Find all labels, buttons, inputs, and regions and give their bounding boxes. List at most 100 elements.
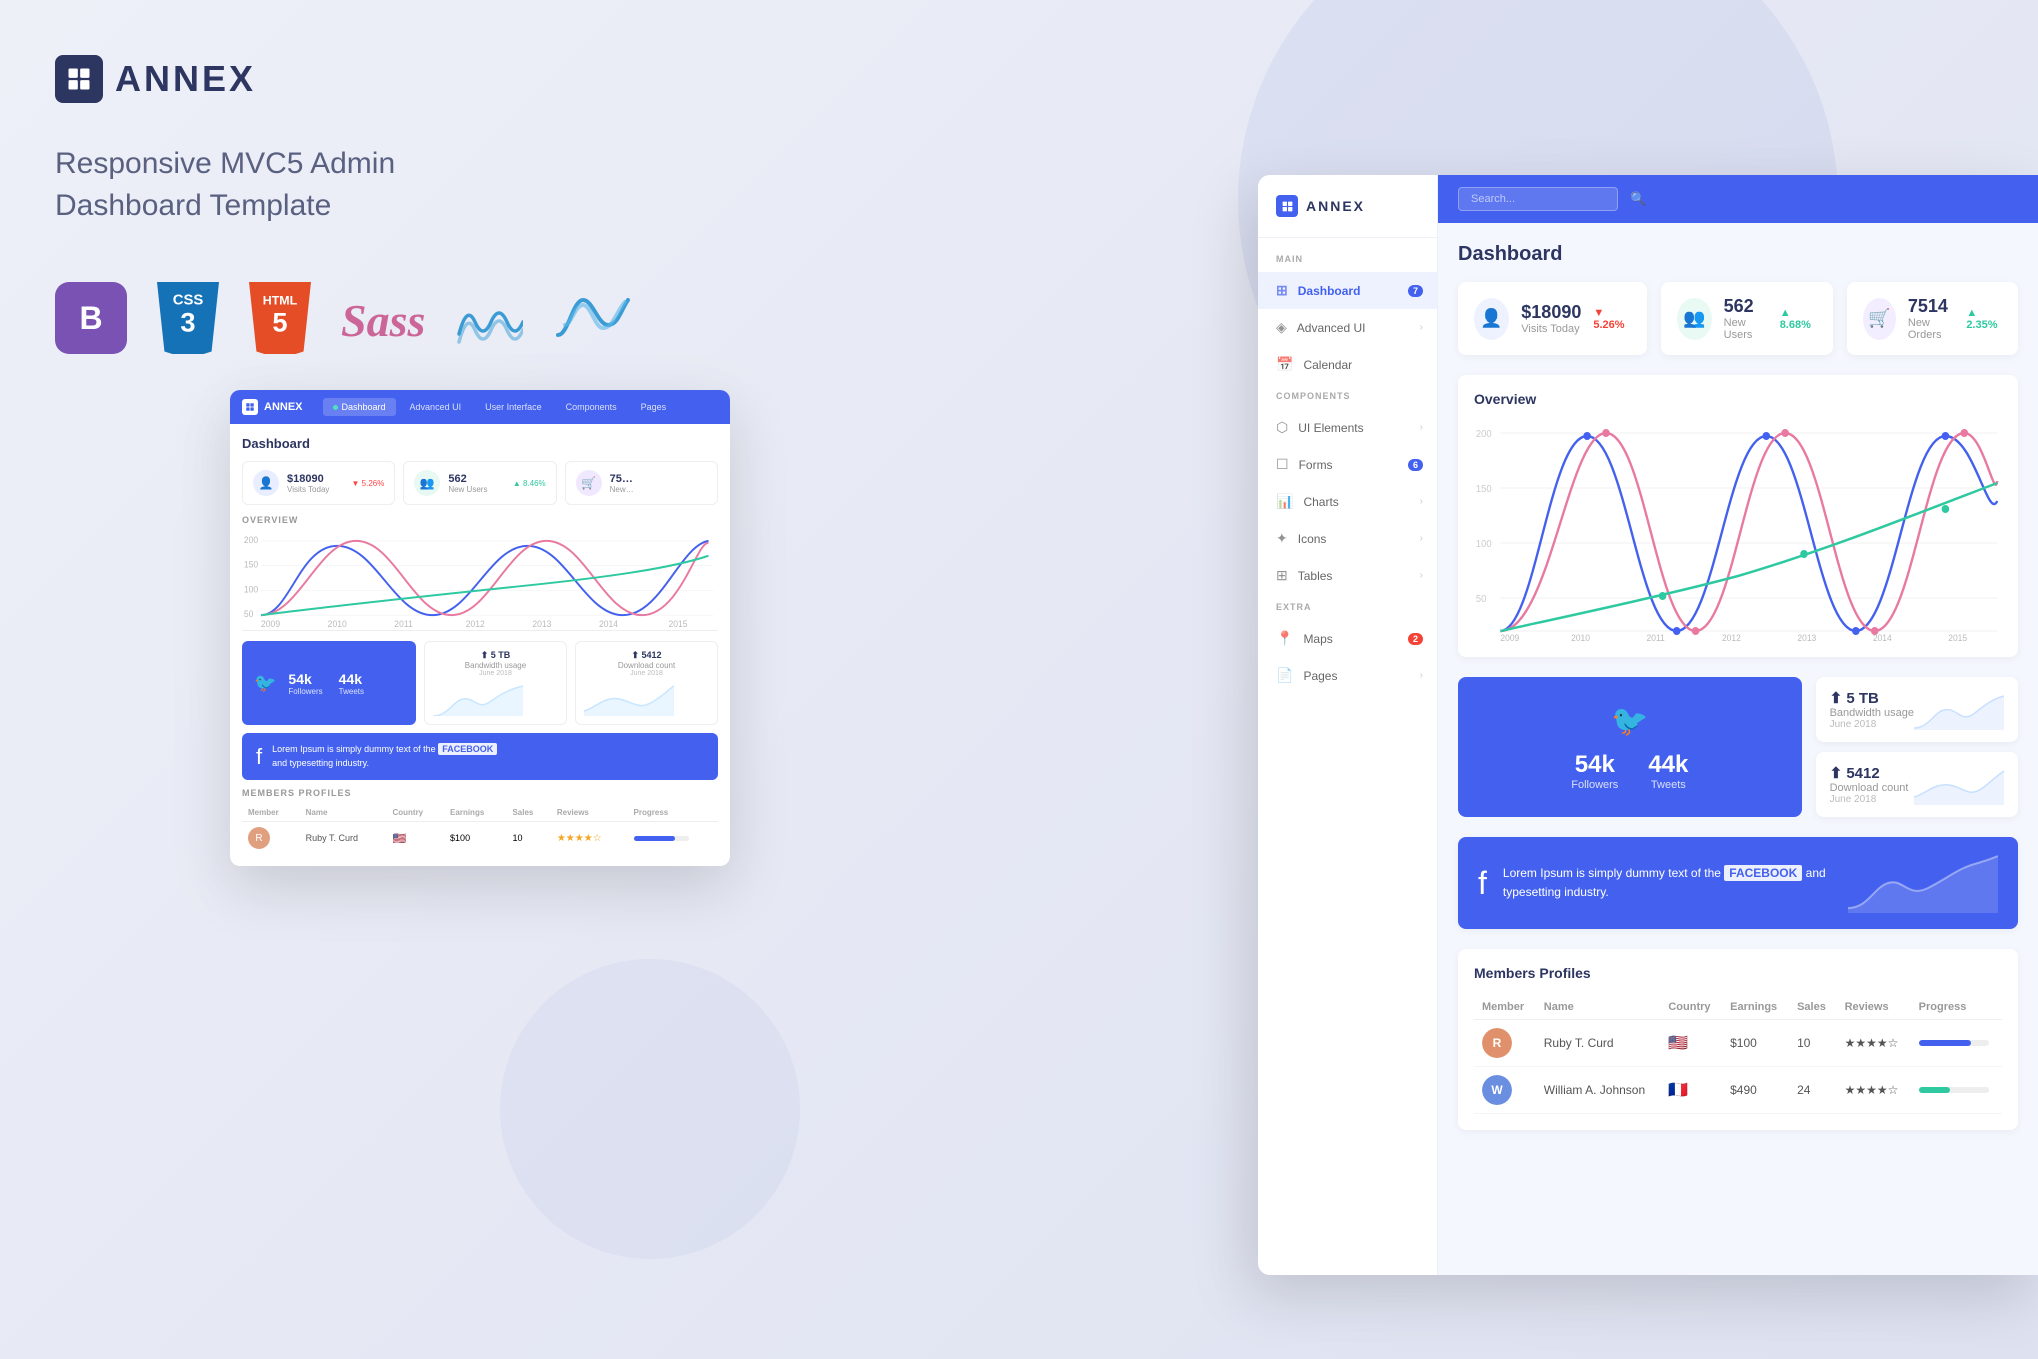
member-progress-1 [1911, 1020, 2002, 1067]
large-stat-orders-change: ▲ 2.35% [1966, 307, 2002, 331]
small-member-progress-1 [628, 822, 718, 855]
sidebar-section-main: Main [1258, 254, 1437, 272]
large-fb-chart [1848, 853, 1998, 913]
small-stats-row: 👤 $18090 Visits Today ▼ 5.26% 👥 562 New … [242, 461, 718, 505]
small-nav-advanced[interactable]: Advanced UI [400, 398, 472, 416]
large-members-table: Member Name Country Earnings Sales Revie… [1474, 995, 2002, 1114]
large-stat-visits: 👤 $18090 Visits Today ▼ 5.26% [1458, 282, 1647, 355]
large-stat-visits-change: ▼ 5.26% [1593, 307, 1631, 331]
sidebar-item-charts-label: Charts [1303, 495, 1338, 509]
sidebar-item-dashboard[interactable]: ⊞ Dashboard 7 [1258, 272, 1437, 309]
svg-text:2012: 2012 [1722, 633, 1741, 641]
small-nav-ui[interactable]: User Interface [475, 398, 552, 416]
small-members-title: MEMBERS PROFILES [242, 788, 718, 798]
large-chart-svg: 200 150 100 50 [1474, 421, 2002, 641]
svg-text:2014: 2014 [599, 619, 618, 629]
advanced-ui-icon: ◈ [1276, 319, 1287, 336]
small-twitter-card: 🐦 54k Followers 44k Tweets [242, 641, 416, 725]
large-twitter-followers-value: 54k [1571, 751, 1618, 779]
css3-icon: 3 CSS [157, 282, 219, 354]
small-col-earnings: Earnings [444, 804, 506, 822]
large-twitter-tweets-label: Tweets [1648, 779, 1688, 791]
small-dashboard-nav: Dashboard Advanced UI User Interface Com… [323, 398, 677, 416]
large-overview-section: Overview 200 150 100 50 [1458, 375, 2018, 657]
css3-shield: 3 CSS [157, 282, 219, 354]
sidebar-item-maps[interactable]: 📍 Maps 2 [1258, 620, 1437, 657]
small-member-earnings-1: $100 [444, 822, 506, 855]
small-nav-components[interactable]: Components [556, 398, 627, 416]
charts-arrow: › [1420, 496, 1423, 507]
small-stat-visits: 👤 $18090 Visits Today ▼ 5.26% [242, 461, 395, 505]
calendar-icon: 📅 [1276, 356, 1293, 373]
small-member-row-1: R Ruby T. Curd 🇺🇸 $100 10 ★★★★☆ [242, 822, 718, 855]
icons-icon: ✦ [1276, 530, 1288, 547]
svg-text:2011: 2011 [1647, 633, 1665, 641]
table-header-row: Member Name Country Earnings Sales Revie… [1474, 995, 2002, 1020]
small-member-stars-1: ★★★★☆ [551, 822, 628, 855]
sidebar-item-advanced-label: Advanced UI [1297, 321, 1366, 335]
sidebar-item-charts[interactable]: 📊 Charts › [1258, 483, 1437, 520]
large-stat-orders: 🛒 7514 New Orders ▲ 2.35% [1847, 282, 2018, 355]
sidebar-item-tables[interactable]: ⊞ Tables › [1258, 557, 1437, 594]
small-stat-users: 👥 562 New Users ▲ 8.46% [403, 461, 556, 505]
large-stat-visits-value: $18090 [1521, 302, 1581, 323]
pages-arrow: › [1420, 670, 1423, 681]
brand-logo: ANNEX [55, 55, 635, 103]
html5-shield: 5 HTML [249, 282, 311, 354]
dashboard-icon: ⊞ [1276, 282, 1288, 299]
small-download-card: ⬆ 5412 Download count June 2018 [575, 641, 718, 725]
small-member-country-1: 🇺🇸 [386, 822, 444, 855]
large-cards-row: 🐦 54k Followers 44k Tweets [1458, 677, 2018, 817]
sidebar-item-calendar[interactable]: 📅 Calendar [1258, 346, 1437, 383]
small-col-country: Country [386, 804, 444, 822]
sidebar-item-icons-label: Icons [1298, 532, 1327, 546]
small-stat-visits-icon: 👤 [253, 470, 279, 496]
large-dashboard: ANNEX Main ⊞ Dashboard 7 ◈ Advanced UI ›… [1258, 175, 2038, 1275]
sidebar-item-icons[interactable]: ✦ Icons › [1258, 520, 1437, 557]
large-page-title: Dashboard [1458, 243, 2018, 266]
member-sales-1: 10 [1789, 1020, 1837, 1067]
small-twitter-followers-val: 54k [288, 671, 322, 687]
col-sales: Sales [1789, 995, 1837, 1020]
facebook-icon-small: f [256, 744, 262, 770]
svg-text:2009: 2009 [261, 619, 280, 629]
sidebar-item-forms-label: Forms [1299, 458, 1333, 472]
large-stat-orders-icon: 🛒 [1863, 298, 1896, 340]
tagline: Responsive MVC5 AdminDashboard Template [55, 143, 635, 227]
large-header: 🔍 [1438, 175, 2038, 223]
member-sales-2: 24 [1789, 1067, 1837, 1114]
small-facebook-card: f Lorem Ipsum is simply dummy text of th… [242, 733, 718, 780]
svg-text:150: 150 [1476, 484, 1492, 495]
large-main-content: 🔍 Dashboard 👤 $18090 Visits Today ▼ 5.26… [1438, 175, 2038, 1275]
large-download-label: Download count [1830, 782, 1909, 794]
sidebar-item-advanced-ui[interactable]: ◈ Advanced UI › [1258, 309, 1437, 346]
small-nav-pages[interactable]: Pages [631, 398, 677, 416]
small-dashboard-brand: ANNEX [242, 399, 303, 415]
small-col-reviews: Reviews [551, 804, 628, 822]
dotnet-icon [553, 290, 633, 350]
large-twitter-tweets-value: 44k [1648, 751, 1688, 779]
small-nav-dashboard[interactable]: Dashboard [323, 398, 396, 416]
svg-text:CSS: CSS [173, 292, 204, 308]
member-stars-2: ★★★★☆ [1837, 1067, 1911, 1114]
svg-text:200: 200 [1476, 429, 1492, 440]
large-annex-logo [1281, 200, 1294, 213]
sidebar-item-forms[interactable]: ☐ Forms 6 [1258, 446, 1437, 483]
small-chart-svg: 200 150 100 50 2009 2010 2011 2012 [242, 531, 718, 630]
svg-text:2015: 2015 [668, 619, 687, 629]
svg-text:2010: 2010 [1571, 633, 1590, 641]
ui-elements-arrow: › [1420, 422, 1423, 433]
sidebar-item-ui-elements[interactable]: ⬡ UI Elements › [1258, 409, 1437, 446]
small-bandwidth-card: ⬆ 5 TB Bandwidth usage June 2018 [424, 641, 567, 725]
sidebar-item-pages[interactable]: 📄 Pages › [1258, 657, 1437, 694]
member-country-1: 🇺🇸 [1660, 1020, 1722, 1067]
svg-text:150: 150 [244, 559, 258, 569]
small-overview-label: OVERVIEW [242, 515, 718, 525]
facebook-highlight-small: FACEBOOK [438, 743, 497, 755]
small-twitter-tweets-label: Tweets [339, 687, 364, 696]
small-stat-visits-value: $18090 [287, 473, 344, 485]
small-stat-users-icon: 👥 [414, 470, 440, 496]
search-input[interactable] [1458, 187, 1618, 211]
small-dashboard-topbar: ANNEX Dashboard Advanced UI User Interfa… [230, 390, 730, 424]
large-download-card: ⬆ 5412 Download count June 2018 [1816, 752, 2018, 817]
